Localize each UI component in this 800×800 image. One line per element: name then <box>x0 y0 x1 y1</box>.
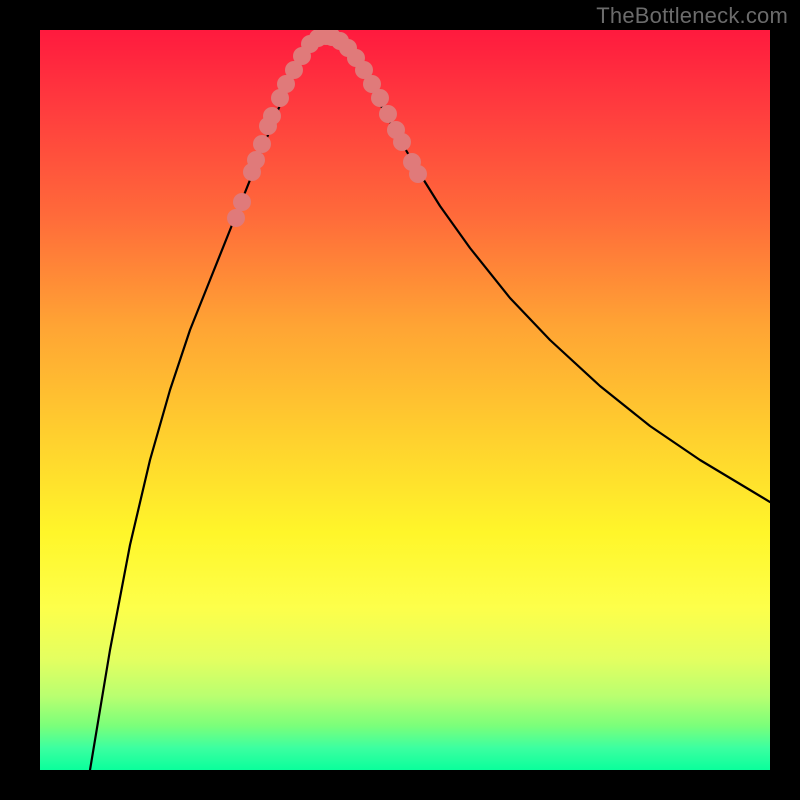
dots-left-branch-point <box>233 193 251 211</box>
chart-frame: TheBottleneck.com <box>0 0 800 800</box>
dots-left-branch-point <box>247 151 265 169</box>
plot-svg <box>40 30 770 770</box>
dots-left-branch-point <box>253 135 271 153</box>
dots-left-branch-point <box>263 107 281 125</box>
plot-area <box>40 30 770 770</box>
dots-right-branch-point <box>409 165 427 183</box>
bottleneck-curve <box>90 35 770 770</box>
dots-right-branch-point <box>379 105 397 123</box>
dots-left-branch-point <box>227 209 245 227</box>
dots-right-branch-point <box>371 89 389 107</box>
dots-right-branch-point <box>393 133 411 151</box>
watermark-text: TheBottleneck.com <box>596 3 788 29</box>
